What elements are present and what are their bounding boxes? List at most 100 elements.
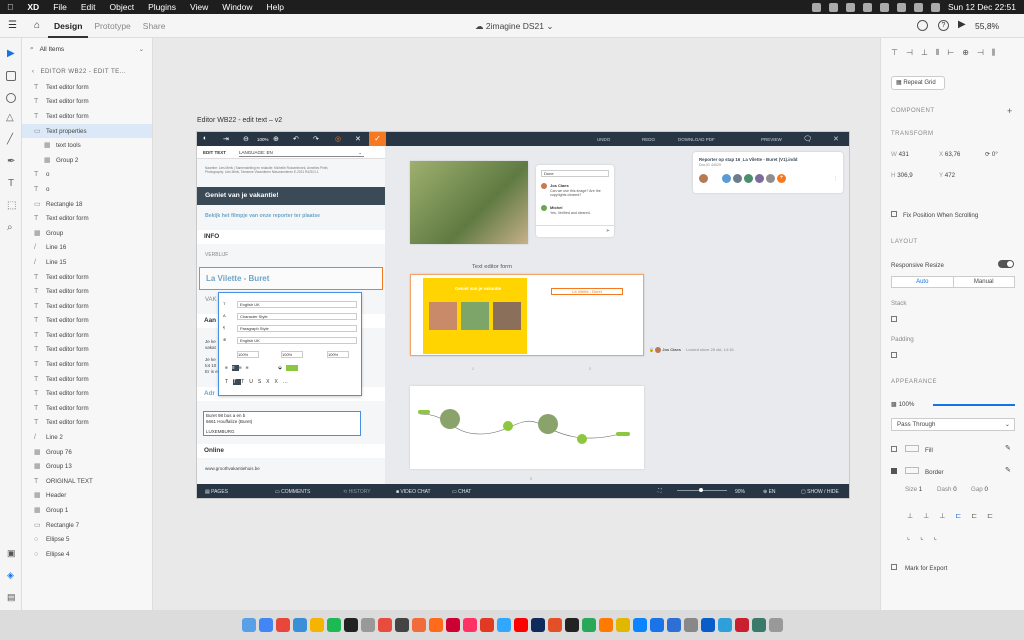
align-center-icon[interactable]: ≡ bbox=[231, 365, 239, 372]
cap-square-icon[interactable]: ⌞ bbox=[934, 533, 937, 541]
chat-button[interactable]: ▭ CHAT bbox=[452, 489, 471, 495]
menu-window[interactable]: Window bbox=[215, 2, 259, 12]
editor-artboard[interactable]: ◐ ⇥ ⊖ 100% ⊕ ↶ ↷ ◎ ✕ ✓ UNDO REDO DOWNLOA… bbox=[196, 131, 850, 499]
border-dash[interactable]: Dash 0 bbox=[937, 486, 957, 493]
layer-row[interactable]: T Text editor form bbox=[22, 386, 152, 401]
justify-icon[interactable]: ≡ bbox=[246, 365, 253, 371]
layers-filter[interactable]: ⌕ All Items ⌄ bbox=[22, 38, 152, 60]
add-component-icon[interactable]: + bbox=[1007, 106, 1012, 116]
layer-row[interactable]: T Text editor form bbox=[22, 372, 152, 387]
text-top-icon[interactable]: T bbox=[225, 379, 233, 385]
layer-row[interactable]: T Text editor form bbox=[22, 211, 152, 226]
align-bottom-icon[interactable]: ⊥ bbox=[921, 48, 928, 58]
zoom-tool-icon[interactable]: ⌕ bbox=[7, 222, 13, 233]
height-field[interactable]: H 306,9 bbox=[891, 172, 913, 179]
align-left-icon[interactable]: ⊢ bbox=[947, 48, 954, 58]
dock-app-icon[interactable] bbox=[615, 618, 630, 632]
repeat-grid-button[interactable]: ▦ Repeat Grid bbox=[891, 76, 945, 90]
join-bevel-icon[interactable]: ⊏ bbox=[987, 512, 993, 520]
subscript-icon[interactable]: X bbox=[275, 379, 283, 385]
dock-app-icon[interactable] bbox=[581, 618, 596, 632]
section-verblijf[interactable]: VERBLIJF bbox=[201, 252, 381, 258]
preview-button[interactable]: PREVIEW bbox=[761, 137, 782, 142]
dock-app-icon[interactable] bbox=[428, 618, 443, 632]
layer-row[interactable]: T Text editor form bbox=[22, 284, 152, 299]
border-swatch[interactable] bbox=[905, 467, 919, 474]
zoom-in-icon[interactable]: ⊕ bbox=[273, 135, 279, 143]
notification-icon[interactable]: 🗨 bbox=[803, 135, 812, 143]
avatar[interactable] bbox=[699, 174, 708, 183]
apple-menu-icon[interactable]:  bbox=[0, 2, 20, 12]
superscript-icon[interactable]: X bbox=[266, 379, 274, 385]
layer-row[interactable]: T Text editor form bbox=[22, 270, 152, 285]
select-tool-icon[interactable]: ▶ bbox=[7, 48, 15, 59]
dock-app-icon[interactable] bbox=[360, 618, 375, 632]
tracking-field[interactable]: 100% bbox=[327, 351, 349, 358]
download-pdf-button[interactable]: DOWNLOAD PDF bbox=[678, 137, 715, 142]
layer-row[interactable]: T Text editor form bbox=[22, 95, 152, 110]
align-right-icon[interactable]: ≡ bbox=[239, 365, 246, 371]
avatar[interactable] bbox=[766, 174, 775, 183]
pages-button[interactable]: ▤ PAGES bbox=[205, 489, 228, 495]
layer-row[interactable]: ▦ Group bbox=[22, 226, 152, 241]
zoom-slider[interactable] bbox=[677, 488, 727, 492]
menu-plugins[interactable]: Plugins bbox=[141, 2, 183, 12]
fix-position-checkbox[interactable]: Fix Position When Scrolling bbox=[891, 211, 978, 219]
border-gap[interactable]: Gap 0 bbox=[971, 486, 988, 493]
align-center-icon[interactable]: ⊕ bbox=[962, 48, 969, 58]
dock-app-icon[interactable] bbox=[547, 618, 562, 632]
menu-edit[interactable]: Edit bbox=[74, 2, 103, 12]
paint-bucket-icon[interactable]: ⬙ bbox=[278, 365, 286, 371]
page-title-box[interactable]: La Vilette - Buret bbox=[551, 288, 623, 295]
eyedropper-icon[interactable]: ✎ bbox=[1005, 444, 1011, 452]
dock-app-icon[interactable] bbox=[649, 618, 664, 632]
section-online[interactable]: Online bbox=[197, 444, 385, 458]
join-miter-icon[interactable]: ⊏ bbox=[955, 512, 961, 520]
border-checkbox[interactable] bbox=[891, 468, 897, 474]
redo-arrow-icon[interactable]: ↷ bbox=[313, 135, 319, 143]
control-center-icon[interactable] bbox=[930, 2, 940, 12]
align-middle-icon[interactable]: ⊣ bbox=[906, 48, 913, 58]
dock-app-icon[interactable] bbox=[666, 618, 681, 632]
layer-row[interactable]: T Text editor form bbox=[22, 401, 152, 416]
status-icon[interactable] bbox=[845, 2, 855, 12]
zoom-level[interactable]: 55,8% bbox=[975, 21, 999, 31]
opacity-slider[interactable] bbox=[933, 404, 1015, 406]
blend-mode-select[interactable]: Pass Through ⌄ bbox=[891, 418, 1015, 431]
page-spread-3[interactable] bbox=[410, 386, 644, 469]
tab-design[interactable]: Design bbox=[48, 21, 89, 38]
menu-object[interactable]: Object bbox=[103, 2, 142, 12]
editor-zoom[interactable]: 100% bbox=[257, 137, 269, 142]
layer-row[interactable]: ▦ Header bbox=[22, 489, 152, 504]
layer-row[interactable]: T ORIGINAL TEXT bbox=[22, 474, 152, 489]
language-button[interactable]: ⊕ EN bbox=[763, 489, 776, 495]
dock-app-icon[interactable] bbox=[445, 618, 460, 632]
menu-help[interactable]: Help bbox=[260, 2, 291, 12]
layer-row[interactable]: T Text editor form bbox=[22, 314, 152, 329]
layer-row[interactable]: ○ Ellipse 5 bbox=[22, 532, 152, 547]
layer-row[interactable]: ▭ Rectangle 7 bbox=[22, 518, 152, 533]
layer-row[interactable]: ▦ Group 1 bbox=[22, 503, 152, 518]
distribute-h-icon[interactable]: ⫼ bbox=[992, 48, 996, 58]
dock-app-icon[interactable] bbox=[394, 618, 409, 632]
dock-app-icon[interactable] bbox=[309, 618, 324, 632]
y-field[interactable]: Y 472 bbox=[939, 172, 955, 179]
artboard-title[interactable]: Editor WB22 - edit text – v2 bbox=[197, 117, 282, 124]
page-spread-1[interactable] bbox=[410, 161, 528, 244]
app-menu[interactable]: XD bbox=[20, 2, 46, 12]
para-style-row[interactable]: ¶ Paragraph Style bbox=[223, 325, 359, 332]
stroke-center-icon[interactable]: ⊥ bbox=[923, 512, 929, 520]
tab-share[interactable]: Share bbox=[137, 21, 172, 31]
dock-app-icon[interactable] bbox=[292, 618, 307, 632]
layer-row[interactable]: / Line 2 bbox=[22, 430, 152, 445]
layer-row[interactable]: To bbox=[22, 182, 152, 197]
align-left-icon[interactable]: ≡ bbox=[225, 365, 232, 371]
bluetooth-icon[interactable] bbox=[862, 2, 872, 12]
pen-tool-icon[interactable]: ✒ bbox=[7, 156, 15, 167]
reply-input[interactable]: ➤ bbox=[536, 225, 614, 237]
page-spread-2[interactable]: Geniet van je vakantie La Vilette - Bure… bbox=[410, 274, 644, 356]
avatar[interactable] bbox=[733, 174, 742, 183]
dock-app-icon[interactable] bbox=[258, 618, 273, 632]
avatar[interactable] bbox=[755, 174, 764, 183]
padding-checkbox[interactable] bbox=[891, 352, 897, 358]
